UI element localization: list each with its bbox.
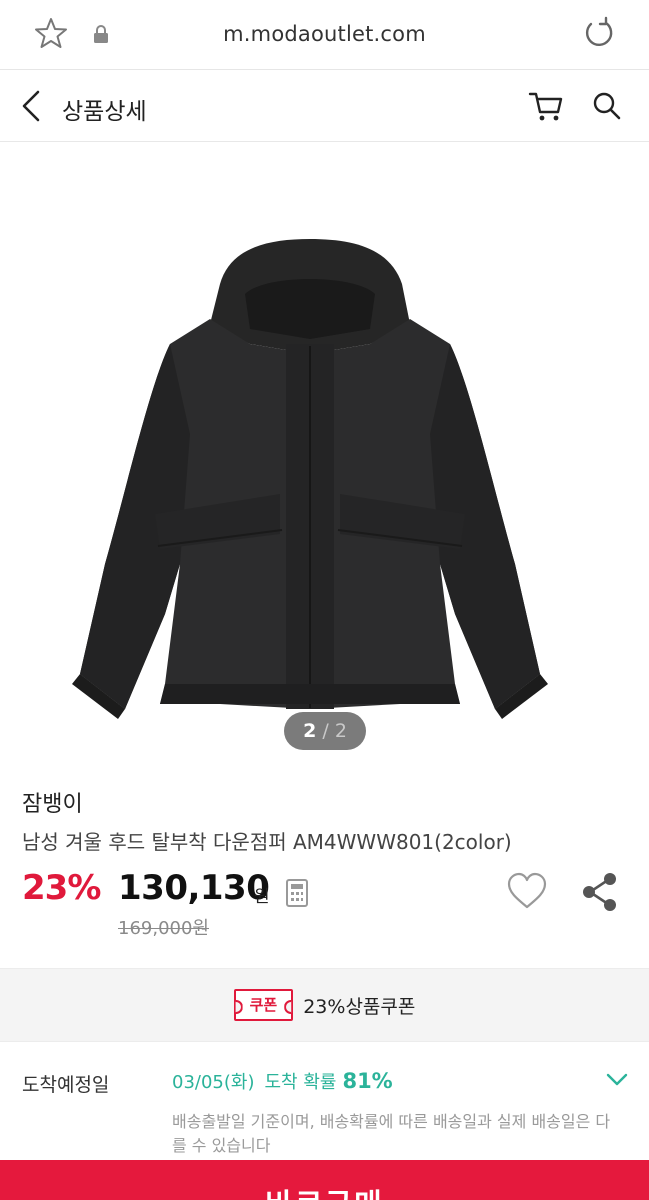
product-name: 남성 겨울 후드 탈부착 다운점퍼 AM4WWW801(2color) [22,830,512,854]
coupon-text: 23%상품쿠폰 [303,995,416,1018]
product-image-gallery[interactable]: 2 / 2 [0,142,649,770]
coupon-tag: 쿠폰 [233,989,294,1021]
image-index-separator: / [322,720,329,742]
app-header: 상품상세 [0,70,649,142]
buy-now-button[interactable]: 바로구매 [0,1160,649,1200]
currency-unit: 원 [254,887,270,907]
delivery-label: 도착예정일 [22,1074,110,1096]
reload-icon[interactable] [582,16,616,50]
jacket-photo [72,239,548,719]
calculator-icon[interactable] [286,879,308,907]
chevron-down-icon[interactable] [604,1070,630,1090]
delivery-probability: 81% [342,1069,393,1093]
image-page-indicator: 2 / 2 [284,712,366,750]
coupon-content: 쿠폰 23%상품쿠폰 [0,989,649,1021]
cart-icon[interactable] [528,90,564,122]
brand-name[interactable]: 잠뱅이 [22,786,83,818]
coupon-banner[interactable]: 쿠폰 23%상품쿠폰 [0,968,649,1042]
total-image-count: 2 [334,720,347,742]
back-arrow-icon[interactable] [16,88,50,124]
delivery-note: 배송출발일 기준이며, 배송확률에 따른 배송일과 실제 배송일은 다를 수 있… [172,1112,611,1155]
search-icon[interactable] [592,91,622,121]
share-icon[interactable] [580,872,620,912]
url-text[interactable]: m.modaoutlet.com [0,22,649,46]
heart-icon[interactable] [506,872,548,910]
buy-now-label: 바로구매 [0,1180,649,1200]
delivery-estimate: 03/05(화) 도착 확률 81% [172,1068,393,1094]
sale-price: 130,130 [118,868,270,908]
delivery-probability-label: 도착 확률 [264,1072,337,1093]
original-price: 169,000원 [118,918,209,939]
browser-url-bar: m.modaoutlet.com [0,0,649,70]
delivery-date: 03/05(화) [172,1072,255,1093]
current-image-index: 2 [303,720,317,742]
discount-rate: 23% [22,868,101,908]
page-title: 상품상세 [62,99,147,125]
